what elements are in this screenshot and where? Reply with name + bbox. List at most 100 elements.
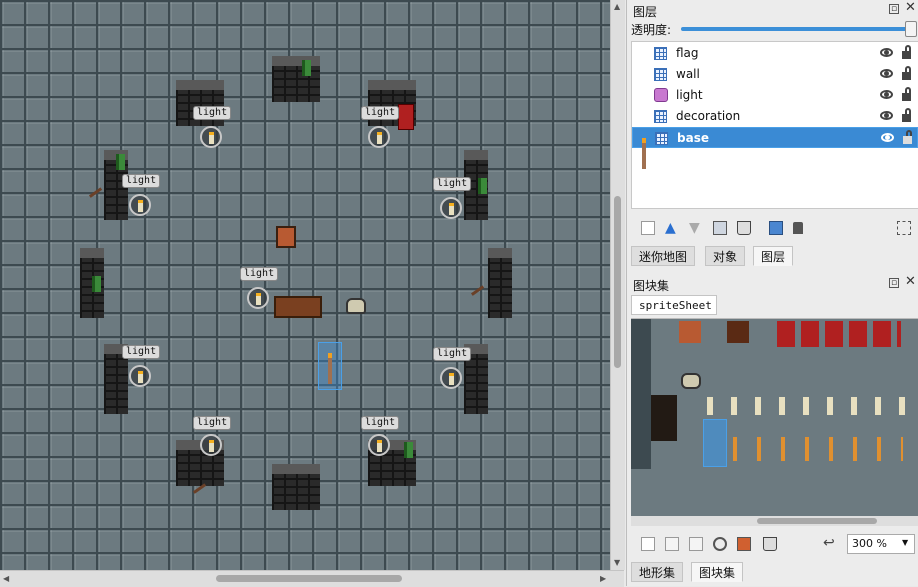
arrow-down-icon[interactable]: ▼ xyxy=(689,221,703,235)
root-decoration xyxy=(192,483,214,504)
eye-icon[interactable] xyxy=(880,48,893,57)
light-label: light xyxy=(361,106,400,120)
new-tileset-icon[interactable] xyxy=(641,537,655,551)
eye-icon[interactable] xyxy=(880,69,893,78)
scroll-down-arrow-icon[interactable]: ▼ xyxy=(614,558,620,567)
layer-visibility-toggle-icon[interactable] xyxy=(769,221,783,235)
opacity-slider[interactable] xyxy=(681,27,909,31)
light-object[interactable] xyxy=(200,126,222,148)
tab-minimap[interactable]: 迷你地图 xyxy=(631,246,696,266)
settings-icon[interactable] xyxy=(897,221,911,235)
chevron-down-icon: ▼ xyxy=(902,538,909,547)
eye-icon[interactable] xyxy=(881,133,894,142)
selected-tile-highlight[interactable] xyxy=(318,342,342,390)
tileset-banner-row xyxy=(777,321,901,347)
unlock-icon[interactable] xyxy=(902,66,911,80)
plant-decoration xyxy=(116,154,125,170)
embed-tileset-icon[interactable] xyxy=(665,537,679,551)
edit-terrain-icon[interactable] xyxy=(737,537,751,551)
light-object[interactable] xyxy=(440,367,462,389)
light-label: light xyxy=(433,347,472,361)
tab-terrains[interactable]: 地形集 xyxy=(631,562,684,582)
plant-decoration xyxy=(478,178,487,194)
undo-icon[interactable]: ↩ xyxy=(823,535,837,551)
light-object[interactable] xyxy=(247,287,269,309)
scroll-thumb[interactable] xyxy=(757,518,877,524)
layer-name: wall xyxy=(676,67,700,81)
red-banner xyxy=(398,104,414,130)
light-object[interactable] xyxy=(129,194,151,216)
unlock-icon[interactable] xyxy=(902,87,911,101)
lock-icon[interactable] xyxy=(793,222,803,234)
wall-block xyxy=(272,464,320,510)
object-layer-icon xyxy=(654,88,668,102)
opacity-slider-handle[interactable] xyxy=(905,21,917,37)
light-label: light xyxy=(122,345,161,359)
wall-block xyxy=(104,344,128,414)
tileset-wall-column xyxy=(631,319,651,469)
new-layer-icon[interactable] xyxy=(641,221,655,235)
close-panel-icon[interactable]: ✕ xyxy=(905,275,916,288)
tileset-tab-spritesheet[interactable]: spriteSheet xyxy=(631,295,717,315)
light-label: light xyxy=(240,267,279,281)
map-canvas[interactable]: light light light light light light ligh… xyxy=(0,0,610,570)
tileset-properties-icon[interactable] xyxy=(713,537,727,551)
tile-layer-icon xyxy=(654,110,667,123)
light-object[interactable] xyxy=(368,126,390,148)
unlock-icon[interactable] xyxy=(902,45,911,59)
light-object[interactable] xyxy=(440,197,462,219)
export-tileset-icon[interactable] xyxy=(689,537,703,551)
trash-icon[interactable] xyxy=(737,221,751,235)
map-horizontal-scrollbar[interactable]: ◀ ▶ xyxy=(0,570,624,587)
tile-layer-icon xyxy=(654,68,667,81)
layer-list: flag wall light decoration base xyxy=(631,41,918,209)
eye-icon[interactable] xyxy=(880,111,893,120)
layer-row-wall[interactable]: wall xyxy=(632,64,918,85)
layer-row-flag[interactable]: flag xyxy=(632,43,918,64)
light-object[interactable] xyxy=(200,434,222,456)
tab-tilesets[interactable]: 图块集 xyxy=(691,562,744,582)
layers-panel-tabs: 迷你地图 对象 图层 xyxy=(631,246,917,266)
tile-layer-icon xyxy=(655,132,668,145)
layer-name: decoration xyxy=(676,109,741,123)
light-label: light xyxy=(361,416,400,430)
opacity-label: 透明度: xyxy=(631,23,672,37)
tileset-horizontal-scrollbar[interactable] xyxy=(631,516,918,526)
light-object[interactable] xyxy=(368,434,390,456)
scroll-right-arrow-icon[interactable]: ▶ xyxy=(600,574,606,583)
pot xyxy=(346,298,366,314)
zoom-select[interactable]: 300 % ▼ xyxy=(847,534,915,554)
layers-panel-title: 图层 xyxy=(633,5,658,19)
tileset-panel-tabs: 地形集 图块集 xyxy=(631,562,917,582)
scroll-left-arrow-icon[interactable]: ◀ xyxy=(3,574,9,583)
light-label: light xyxy=(433,177,472,191)
scroll-up-arrow-icon[interactable]: ▲ xyxy=(614,2,620,11)
unlock-icon[interactable] xyxy=(903,130,912,144)
layer-row-light[interactable]: light xyxy=(632,85,918,106)
light-label: light xyxy=(193,106,232,120)
tileset-selected-tile[interactable] xyxy=(703,419,727,467)
tab-objects[interactable]: 对象 xyxy=(705,246,746,266)
layer-name: base xyxy=(677,131,709,145)
trash-icon[interactable] xyxy=(763,537,777,551)
layer-name: light xyxy=(676,88,703,102)
layer-row-base[interactable]: base xyxy=(632,127,918,169)
tileset-view[interactable] xyxy=(631,318,918,517)
map-vertical-scrollbar[interactable]: ▲ ▼ xyxy=(610,0,625,570)
scroll-thumb[interactable] xyxy=(614,196,621,368)
tab-layers[interactable]: 图层 xyxy=(753,246,794,266)
close-panel-icon[interactable]: ✕ xyxy=(905,1,916,14)
eye-icon[interactable] xyxy=(880,90,893,99)
light-object[interactable] xyxy=(129,365,151,387)
tileset-candle-row xyxy=(707,397,907,415)
layer-row-decoration[interactable]: decoration xyxy=(632,106,918,127)
plant-decoration xyxy=(92,276,101,292)
duplicate-layer-icon[interactable] xyxy=(713,221,727,235)
dock-panels: 图层 ▫ ✕ 透明度: flag wall light decoration b… xyxy=(626,0,918,586)
arrow-up-icon[interactable]: ▲ xyxy=(665,221,679,235)
float-panel-icon[interactable]: ▫ xyxy=(889,4,899,14)
float-panel-icon[interactable]: ▫ xyxy=(889,278,899,288)
unlock-icon[interactable] xyxy=(902,108,911,122)
tile-layer-icon xyxy=(654,47,667,60)
scroll-thumb[interactable] xyxy=(216,575,402,582)
